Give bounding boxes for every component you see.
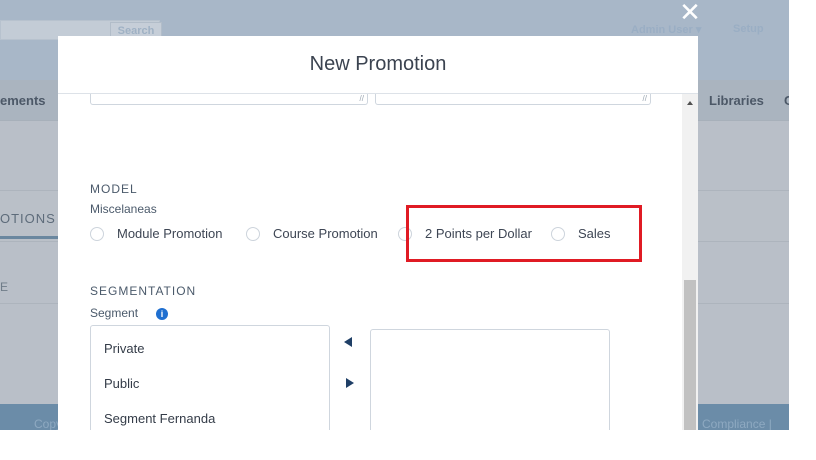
arrow-right-icon[interactable] [346, 378, 354, 388]
bg-tab-active-indicator [0, 236, 58, 239]
textarea-field-partial[interactable]: // [90, 94, 368, 105]
annotation-highlight-box [406, 205, 642, 262]
radio-circle[interactable] [90, 226, 104, 241]
textarea-field-partial-2[interactable]: // [375, 94, 651, 105]
radio-label: Course Promotion [273, 226, 378, 241]
info-icon[interactable]: i [156, 308, 168, 320]
radio-circle[interactable] [246, 226, 260, 241]
radio-label: Module Promotion [117, 226, 223, 241]
modal-body: // // MODEL Miscelaneas Module Promotion… [58, 94, 682, 430]
modal-title: New Promotion [309, 53, 447, 75]
resize-handle-icon: // [642, 94, 647, 103]
model-group-label: Miscelaneas [90, 202, 157, 216]
modal-header: New Promotion [58, 36, 698, 94]
list-item-segment-fernanda[interactable]: Segment Fernanda [104, 411, 215, 426]
close-icon[interactable]: ✕ [676, 0, 704, 26]
bg-tab-promotions: OTIONS [0, 211, 56, 226]
new-promotion-modal: New Promotion // // MODEL Miscelaneas Mo… [58, 36, 698, 430]
resize-handle-icon: // [359, 94, 364, 103]
selected-segments-list[interactable] [370, 329, 610, 430]
list-item-private[interactable]: Private [104, 341, 144, 356]
model-section-title: MODEL [90, 182, 138, 196]
bg-nav-item-partial-right: C [784, 93, 789, 108]
arrow-left-icon[interactable] [344, 337, 352, 347]
bg-nav-item-libraries: Libraries [709, 93, 764, 108]
list-item-public[interactable]: Public [104, 376, 139, 391]
modal-scrollbar[interactable] [682, 94, 698, 430]
bg-column-header: E [0, 280, 9, 294]
segment-label: Segment [90, 306, 139, 320]
bg-nav-item-partial: ements [0, 93, 46, 108]
bg-footer-links: Compliance | Go [702, 417, 772, 430]
segmentation-section-title: SEGMENTATION [90, 284, 197, 298]
scrollbar-thumb[interactable] [684, 280, 696, 430]
bg-setup-link: Setup [733, 23, 764, 35]
available-segments-list[interactable]: Private Public Segment Fernanda [90, 325, 330, 430]
radio-course-promotion[interactable]: Course Promotion [246, 226, 378, 241]
scroll-up-arrow-icon[interactable] [687, 101, 693, 105]
radio-module-promotion[interactable]: Module Promotion [90, 226, 223, 241]
